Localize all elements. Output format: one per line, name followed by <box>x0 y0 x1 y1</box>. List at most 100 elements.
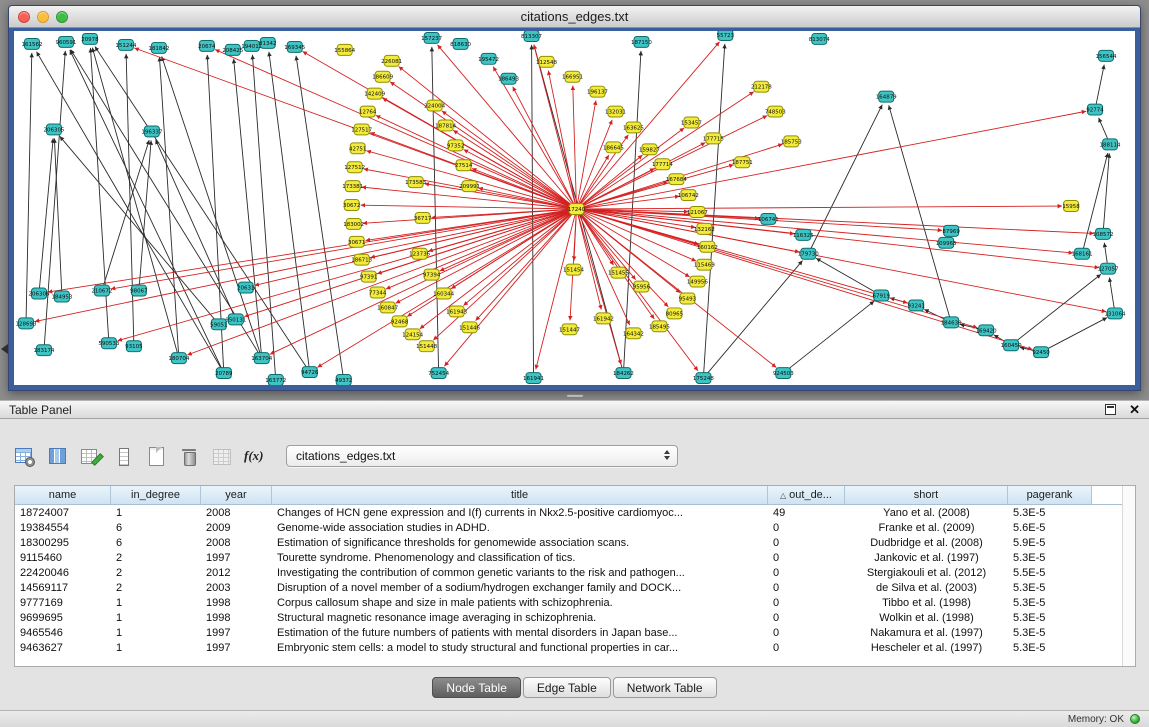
graph-node[interactable]: 131064 <box>1105 308 1126 319</box>
graph-node[interactable]: 153457 <box>681 117 702 128</box>
graph-node[interactable]: 87969 <box>942 225 960 236</box>
network-window-titlebar[interactable]: citations_edges.txt <box>9 6 1140 28</box>
graph-node[interactable]: 127512 <box>344 162 365 173</box>
graph-node[interactable]: 115469 <box>694 259 715 270</box>
table-cell-short[interactable]: Wolkin et al. (1998) <box>845 612 1008 624</box>
graph-node[interactable]: 164879 <box>876 91 897 102</box>
graph-node[interactable]: 183002 <box>343 218 364 229</box>
table-cell-out_degree[interactable]: 0 <box>768 642 845 654</box>
table-row[interactable]: 946362711997Embryonic stem cells: a mode… <box>15 640 1122 655</box>
graph-node[interactable]: 155864 <box>334 44 355 55</box>
graph-node[interactable]: 20631 <box>237 282 254 293</box>
graph-node[interactable]: 187150 <box>631 36 652 47</box>
graph-node[interactable]: 94726 <box>301 367 319 378</box>
table-row[interactable]: 977716911998Corpus callosum shape and si… <box>15 595 1122 610</box>
table-cell-out_degree[interactable]: 0 <box>768 582 845 594</box>
table-cell-out_degree[interactable]: 0 <box>768 567 845 579</box>
graph-node[interactable]: 12764 <box>359 106 377 117</box>
memory-status-led[interactable] <box>1130 714 1140 724</box>
table-row[interactable]: 2242004622012Investigating the contribut… <box>15 565 1122 580</box>
graph-node[interactable]: 163625 <box>623 122 644 133</box>
table-row[interactable]: 969969511998Structural magnetic resonanc… <box>15 610 1122 625</box>
table-cell-name[interactable]: 19384554 <box>15 522 111 534</box>
graph-node[interactable]: 59051 <box>210 319 227 330</box>
table-cell-pagerank[interactable]: 5.6E-5 <box>1008 522 1092 534</box>
graph-node[interactable]: 42751 <box>349 143 366 154</box>
graph-node[interactable]: 151448 <box>416 341 437 352</box>
graph-node[interactable]: 97391 <box>360 271 377 282</box>
graph-node[interactable]: 124154 <box>402 329 423 340</box>
graph-node[interactable]: 142409 <box>364 88 385 99</box>
close-window-button[interactable] <box>18 11 30 23</box>
graph-node[interactable]: 95956 <box>633 281 651 292</box>
table-cell-title[interactable]: Investigating the contribution of common… <box>272 567 768 579</box>
graph-node[interactable]: 121067 <box>687 207 708 218</box>
graph-node[interactable]: 177715 <box>703 133 724 144</box>
graph-node[interactable]: 212178 <box>751 81 772 92</box>
collapse-panel-arrow-icon[interactable] <box>1 344 8 354</box>
table-cell-name[interactable]: 18724007 <box>15 507 111 519</box>
table-cell-in_degree[interactable]: 1 <box>111 507 201 519</box>
column-header-short[interactable]: short <box>845 486 1008 504</box>
columns-icon[interactable] <box>45 444 69 468</box>
graph-node[interactable]: 92450 <box>1032 347 1050 358</box>
table-cell-pagerank[interactable]: 5.3E-5 <box>1008 642 1092 654</box>
graph-node[interactable]: 195472 <box>478 53 499 64</box>
table-cell-in_degree[interactable]: 2 <box>111 582 201 594</box>
table-cell-pagerank[interactable]: 5.5E-5 <box>1008 567 1092 579</box>
network-table-select[interactable]: citations_edges.txt <box>286 445 678 467</box>
graph-node[interactable]: 175248 <box>693 373 714 384</box>
graph-node[interactable]: 151447 <box>559 324 580 335</box>
network-graph-canvas[interactable]: 1724022608118660914240912764127517427511… <box>14 31 1135 385</box>
graph-node[interactable]: 166951 <box>562 71 583 82</box>
graph-node[interactable]: 924503 <box>773 368 794 379</box>
table-cell-name[interactable]: 14569117 <box>15 582 111 594</box>
graph-node[interactable]: 92774 <box>1086 104 1104 115</box>
graph-node[interactable]: 106741 <box>758 213 779 224</box>
graph-node[interactable]: 185753 <box>781 136 802 147</box>
table-cell-name[interactable]: 22420046 <box>15 567 111 579</box>
table-cell-short[interactable]: Yano et al. (2008) <box>845 507 1008 519</box>
table-cell-in_degree[interactable]: 1 <box>111 642 201 654</box>
row-list-icon[interactable] <box>111 444 135 468</box>
table-cell-short[interactable]: Jankovic et al. (1997) <box>845 552 1008 564</box>
graph-node[interactable]: 92468 <box>391 316 409 327</box>
close-panel-icon[interactable]: ✕ <box>1129 403 1140 416</box>
table-cell-year[interactable]: 2008 <box>201 537 272 549</box>
graph-node[interactable]: 185495 <box>649 321 670 332</box>
zoom-window-button[interactable] <box>56 11 68 23</box>
table-cell-short[interactable]: Tibbo et al. (1998) <box>845 597 1008 609</box>
graph-node[interactable]: 108572 <box>1093 228 1114 239</box>
graph-node[interactable]: 187751 <box>732 157 753 168</box>
table-cell-name[interactable]: 9465546 <box>15 627 111 639</box>
table-cell-year[interactable]: 1998 <box>201 597 272 609</box>
table-vertical-scrollbar[interactable] <box>1122 486 1135 666</box>
table-cell-name[interactable]: 9463627 <box>15 642 111 654</box>
graph-node[interactable]: 184630 <box>941 317 962 328</box>
table-cell-in_degree[interactable]: 2 <box>111 552 201 564</box>
table-cell-title[interactable]: Corpus callosum shape and size in male p… <box>272 597 768 609</box>
table-cell-in_degree[interactable]: 1 <box>111 612 201 624</box>
table-cell-out_degree[interactable]: 0 <box>768 537 845 549</box>
table-cell-year[interactable]: 1997 <box>201 627 272 639</box>
graph-node[interactable]: 752454 <box>428 368 449 379</box>
delete-icon[interactable] <box>177 444 201 468</box>
column-header-in_degree[interactable]: in_degree <box>111 486 201 504</box>
table-cell-year[interactable]: 2008 <box>201 507 272 519</box>
function-icon[interactable] <box>243 444 267 468</box>
graph-node[interactable]: 149956 <box>687 276 708 287</box>
table-cell-short[interactable]: de Silva et al. (2003) <box>845 582 1008 594</box>
graph-node[interactable]: 98067 <box>130 285 148 296</box>
tab-node-table[interactable]: Node Table <box>432 677 521 698</box>
table-cell-short[interactable]: Hescheler et al. (1997) <box>845 642 1008 654</box>
table-cell-out_degree[interactable]: 0 <box>768 522 845 534</box>
table-cell-out_degree[interactable]: 0 <box>768 552 845 564</box>
table-settings-icon[interactable] <box>12 444 36 468</box>
table-cell-year[interactable]: 2009 <box>201 522 272 534</box>
graph-node[interactable]: 80965 <box>666 308 683 319</box>
table-row[interactable]: 946554611997Estimation of the future num… <box>15 625 1122 640</box>
graph-node[interactable]: 168161 <box>1072 248 1093 259</box>
table-cell-year[interactable]: 2003 <box>201 582 272 594</box>
graph-node[interactable]: 186609 <box>372 71 393 82</box>
graph-node[interactable]: 196337 <box>141 126 162 137</box>
